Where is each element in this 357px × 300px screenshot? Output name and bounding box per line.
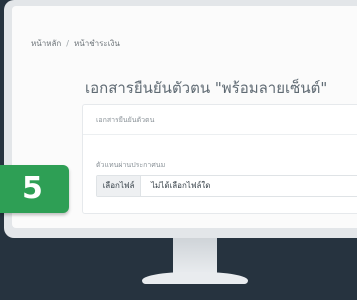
monitor-stand-base	[142, 272, 248, 284]
card-header: เอกสารยืนยันตัวตน	[83, 105, 357, 135]
field-label: ตัวแทนผ่านประกาศนม	[96, 161, 166, 169]
file-name-text: ไม่ได้เลือกไฟล์ใด	[151, 181, 211, 190]
breadcrumb-current: หน้าชำระเงิน	[73, 39, 120, 48]
step-number-badge: 5	[0, 165, 69, 213]
document-upload-card: เอกสารยืนยันตัวตน ตัวแทนผ่านประกาศนม เลื…	[82, 104, 357, 214]
breadcrumb-separator: /	[66, 39, 69, 48]
monitor-stand-neck	[173, 238, 217, 274]
file-input[interactable]: เลือกไฟล์ ไม่ได้เลือกไฟล์ใด	[96, 175, 357, 197]
page-title: เอกสารยืนยันตัวตน "พร้อมลายเซ็นต์"	[85, 79, 328, 97]
breadcrumb: หน้าหลัก / หน้าชำระเงิน	[31, 37, 120, 50]
breadcrumb-home-link[interactable]: หน้าหลัก	[31, 39, 61, 48]
choose-file-button[interactable]: เลือกไฟล์	[97, 176, 141, 196]
